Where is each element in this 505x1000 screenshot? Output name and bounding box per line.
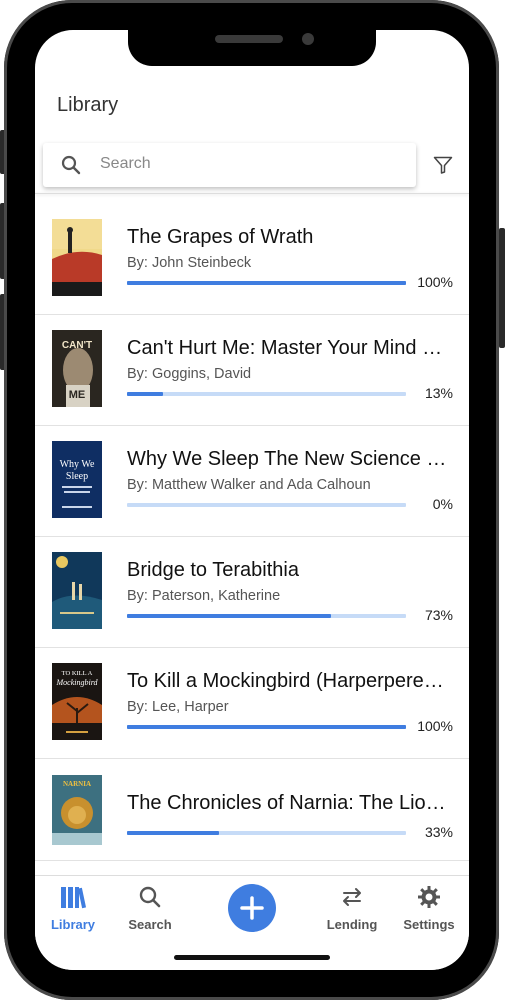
progress-percent: 33% xyxy=(424,824,453,840)
app-screen: Library Search The Grapes of Wrath By: J… xyxy=(35,30,469,970)
header-divider xyxy=(35,193,469,194)
book-author: By: John Steinbeck xyxy=(127,255,252,271)
book-cover-narnia: NARNIA xyxy=(52,775,102,845)
progress-bar xyxy=(127,614,406,618)
progress-bar xyxy=(127,503,406,507)
progress-bar xyxy=(127,392,406,396)
search-bar[interactable]: Search xyxy=(43,143,416,187)
nav-lending[interactable]: Lending xyxy=(317,884,387,932)
side-button-power xyxy=(499,228,505,348)
nav-library-label: Library xyxy=(50,917,96,932)
side-button-mute xyxy=(0,130,6,174)
nav-search-label: Search xyxy=(128,917,172,932)
cover-text: CAN'T xyxy=(62,340,92,351)
nav-lending-label: Lending xyxy=(326,917,378,932)
speaker xyxy=(215,35,283,43)
cover-text: TO KILL A xyxy=(62,670,93,677)
book-author: By: Lee, Harper xyxy=(127,699,229,715)
progress-fill xyxy=(127,614,331,618)
book-list-item[interactable]: Why We Sleep Why We Sleep The New Scienc… xyxy=(35,426,469,537)
book-author: By: Goggins, David xyxy=(127,366,252,382)
progress-percent: 100% xyxy=(417,718,453,734)
notch xyxy=(128,30,376,66)
progress-bar xyxy=(127,281,406,285)
page-title: Library xyxy=(57,94,119,116)
book-list-item[interactable]: CAN'T ME Can't Hurt Me: Master Your Mind… xyxy=(35,315,469,426)
book-cover-to-kill-a-mockingbird: TO KILL A Mockingbird xyxy=(52,663,102,740)
book-author: By: Matthew Walker and Ada Calhoun xyxy=(127,477,371,493)
book-title: Can't Hurt Me: Master Your Mind and Defy… xyxy=(127,337,453,359)
progress-percent: 0% xyxy=(432,496,453,512)
search-icon xyxy=(115,884,185,910)
filter-icon[interactable] xyxy=(433,155,453,180)
book-author: By: Paterson, Katherine xyxy=(127,588,281,604)
swap-arrows-icon xyxy=(317,884,387,910)
progress-percent: 73% xyxy=(424,607,453,623)
progress-fill xyxy=(127,392,164,396)
add-book-button[interactable] xyxy=(228,884,276,932)
progress-bar xyxy=(127,725,406,729)
nav-settings-label: Settings xyxy=(403,917,455,932)
book-cover-grapes-of-wrath xyxy=(52,219,102,296)
nav-search[interactable]: Search xyxy=(115,884,185,932)
book-cover-why-we-sleep: Why We Sleep xyxy=(52,441,102,518)
book-list-item[interactable]: Bridge to Terabithia By: Paterson, Kathe… xyxy=(35,537,469,648)
book-title: To Kill a Mockingbird (Harperperennial M… xyxy=(127,670,453,692)
nav-settings[interactable]: Settings xyxy=(394,884,464,932)
cover-text: Why We xyxy=(60,459,95,470)
side-button-volume-down xyxy=(0,294,6,370)
cover-text: Mockingbird xyxy=(55,678,98,687)
book-title: Bridge to Terabithia xyxy=(127,559,299,581)
progress-fill xyxy=(127,831,220,835)
progress-percent: 13% xyxy=(424,385,453,401)
cover-text: NARNIA xyxy=(63,780,91,788)
side-button-volume-up xyxy=(0,203,6,279)
cover-text: Sleep xyxy=(66,471,88,482)
progress-fill xyxy=(127,281,406,285)
progress-bar xyxy=(127,831,406,835)
book-cover-cant-hurt-me: CAN'T ME xyxy=(52,330,102,407)
book-list-item[interactable]: TO KILL A Mockingbird To Kill a Mockingb… xyxy=(35,648,469,759)
book-title: Why We Sleep The New Science of Sleep an… xyxy=(127,448,453,470)
progress-fill xyxy=(127,725,406,729)
home-indicator xyxy=(174,955,330,960)
library-icon xyxy=(38,884,108,910)
book-list-item[interactable]: NARNIA The Chronicles of Narnia: The Lio… xyxy=(35,759,469,861)
progress-percent: 100% xyxy=(417,274,453,290)
plus-icon xyxy=(240,896,264,920)
book-list-item[interactable]: The Grapes of Wrath By: John Steinbeck 1… xyxy=(35,204,469,315)
cover-text: ME xyxy=(69,389,86,401)
book-title: The Chronicles of Narnia: The Lion, the … xyxy=(127,792,453,814)
gear-icon xyxy=(394,884,464,910)
book-cover-bridge-to-terabithia xyxy=(52,552,102,629)
nav-library[interactable]: Library xyxy=(38,884,108,932)
book-list: The Grapes of Wrath By: John Steinbeck 1… xyxy=(35,204,469,861)
search-icon xyxy=(61,155,81,180)
book-title: The Grapes of Wrath xyxy=(127,226,314,248)
search-input[interactable]: Search xyxy=(100,155,151,173)
camera xyxy=(302,33,314,45)
